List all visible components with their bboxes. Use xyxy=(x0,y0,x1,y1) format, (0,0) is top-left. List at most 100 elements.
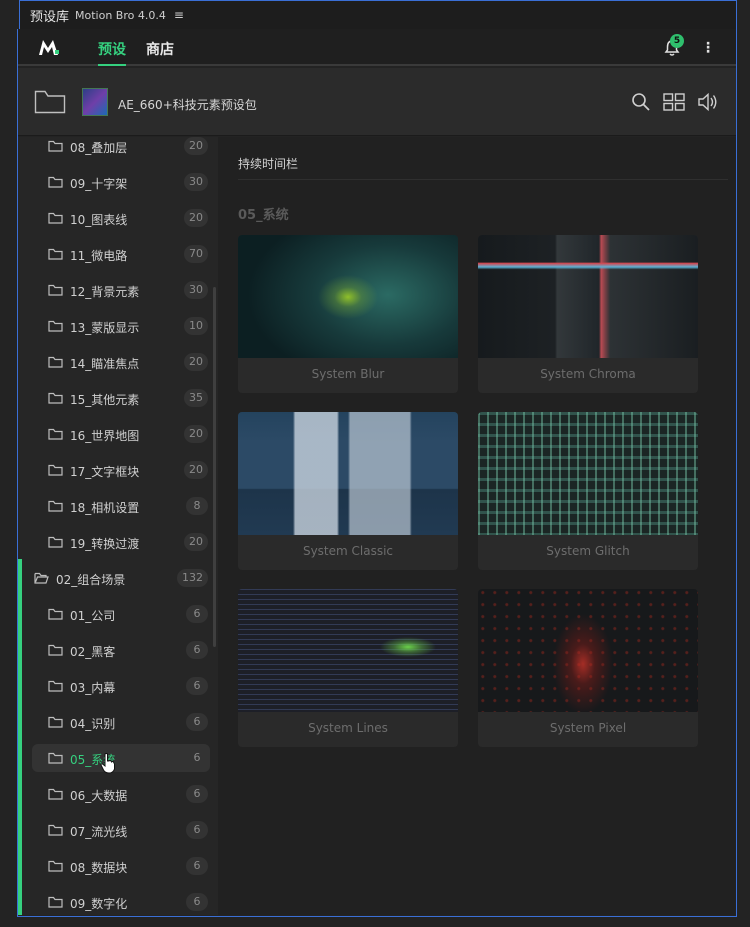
preset-card[interactable]: System Blur xyxy=(238,235,458,393)
count-badge: 20 xyxy=(184,137,208,155)
sidebar-item-label: 08_数据块 xyxy=(70,861,128,875)
count-badge: 20 xyxy=(184,533,208,551)
sidebar-item[interactable]: 02_黑客 6 xyxy=(32,636,210,664)
sidebar-item-label: 01_公司 xyxy=(70,609,116,623)
preset-name: System Glitch xyxy=(546,544,630,558)
folder-icon xyxy=(48,140,63,152)
sidebar-item[interactable]: 18_相机设置 8 xyxy=(32,492,210,520)
sidebar-item-active[interactable]: 05_系统 6 xyxy=(32,744,210,772)
sidebar-item[interactable]: 04_识别 6 xyxy=(32,708,210,736)
preset-thumbnail xyxy=(238,235,458,358)
sidebar-item[interactable]: 06_大数据 6 xyxy=(32,780,210,808)
group-accent-bar xyxy=(18,559,22,915)
sidebar-group-label: 02_组合场景 xyxy=(56,573,126,587)
preset-card[interactable]: System Pixel xyxy=(478,589,698,747)
sidebar-item[interactable]: 12_背景元素 30 xyxy=(32,276,210,304)
category-sidebar[interactable]: 08_叠加层 20 09_十字架 30 10_图表线 20 11_微电路 70 … xyxy=(18,137,218,915)
pack-thumbnail xyxy=(82,88,108,116)
preset-card[interactable]: System Glitch xyxy=(478,412,698,570)
sidebar-item-label: 04_识别 xyxy=(70,717,116,731)
folder-icon xyxy=(48,680,63,692)
sidebar-item[interactable]: 17_文字框块 20 xyxy=(32,456,210,484)
sidebar-item[interactable]: 07_流光线 6 xyxy=(32,816,210,844)
motion-bro-logo-icon xyxy=(39,40,59,55)
folder-open-icon xyxy=(34,572,49,584)
preset-card[interactable]: System Classic xyxy=(238,412,458,570)
sidebar-item[interactable]: 13_蒙版显示 10 xyxy=(32,312,210,340)
count-badge: 30 xyxy=(184,173,208,191)
speaker-icon[interactable] xyxy=(697,92,719,112)
sidebar-item[interactable]: 10_图表线 20 xyxy=(32,204,210,232)
sidebar-item[interactable]: 08_数据块 6 xyxy=(32,852,210,880)
sidebar-item[interactable]: 11_微电路 70 xyxy=(32,240,210,268)
panel-titlebar: 预设库 Motion Bro 4.0.4 ≡ xyxy=(19,0,737,29)
preset-name: System Classic xyxy=(302,544,394,558)
sidebar-item-label: 09_十字架 xyxy=(70,177,128,191)
sidebar-item[interactable]: 14_瞄准焦点 20 xyxy=(32,348,210,376)
sidebar-item[interactable]: 09_数字化 6 xyxy=(32,888,210,915)
sidebar-item[interactable]: 19_转换过渡 20 xyxy=(32,528,210,556)
count-badge: 70 xyxy=(184,245,208,263)
folder-icon xyxy=(48,644,63,656)
folder-icon xyxy=(48,392,63,404)
count-badge: 20 xyxy=(184,425,208,443)
sidebar-item[interactable]: 08_叠加层 20 xyxy=(32,137,210,160)
duration-bar-label: 持续时间栏 xyxy=(238,157,299,171)
sidebar-item[interactable]: 03_内幕 6 xyxy=(32,672,210,700)
folder-icon xyxy=(48,752,63,764)
count-badge: 6 xyxy=(186,821,208,839)
more-options-icon[interactable]: ⋮ xyxy=(701,40,715,56)
folder-icon[interactable] xyxy=(34,90,66,114)
count-badge: 20 xyxy=(184,461,208,479)
sidebar-item[interactable]: 15_其他元素 35 xyxy=(32,384,210,412)
duration-bar[interactable]: 持续时间栏 xyxy=(238,145,728,180)
folder-icon xyxy=(48,608,63,620)
top-nav: 预设 商店 5 ⋮ xyxy=(18,29,736,66)
tab-store[interactable]: 商店 xyxy=(146,39,174,59)
panel-title: 预设库 xyxy=(30,9,70,25)
folder-icon xyxy=(48,212,63,224)
panel-menu-icon[interactable]: ≡ xyxy=(174,8,184,22)
folder-icon xyxy=(48,824,63,836)
grid-view-icon[interactable] xyxy=(663,92,685,112)
preset-thumbnail xyxy=(478,412,698,535)
folder-icon xyxy=(48,464,63,476)
folder-icon xyxy=(48,320,63,332)
folder-icon xyxy=(48,356,63,368)
pack-header: AE_660+科技元素预设包 xyxy=(18,68,736,136)
folder-icon xyxy=(48,788,63,800)
sidebar-item-label: 18_相机设置 xyxy=(70,501,140,515)
preset-card[interactable]: System Lines xyxy=(238,589,458,747)
sidebar-group-header[interactable]: 02_组合场景 132 xyxy=(32,564,210,592)
notification-badge: 5 xyxy=(670,34,684,48)
count-badge: 6 xyxy=(186,785,208,803)
sidebar-item-label: 02_黑客 xyxy=(70,645,116,659)
tab-presets[interactable]: 预设 xyxy=(98,39,126,59)
folder-icon xyxy=(48,428,63,440)
count-badge: 132 xyxy=(177,569,208,587)
app-window: 预设库 Motion Bro 4.0.4 ≡ 预设 商店 5 ⋮ AE_660+… xyxy=(0,0,750,927)
sidebar-scrollbar[interactable] xyxy=(213,287,216,647)
sidebar-item-label: 07_流光线 xyxy=(70,825,128,839)
sidebar-item[interactable]: 01_公司 6 xyxy=(32,600,210,628)
folder-icon xyxy=(48,896,63,908)
folder-icon xyxy=(48,536,63,548)
sidebar-item-label: 14_瞄准焦点 xyxy=(70,357,140,371)
panel-frame: 预设 商店 5 ⋮ AE_660+科技元素预设包 08_叠加层 20 09_十字… xyxy=(17,29,737,917)
pack-name: AE_660+科技元素预设包 xyxy=(118,98,257,112)
count-badge: 6 xyxy=(186,641,208,659)
preset-thumbnail xyxy=(478,589,698,712)
sidebar-item-label: 17_文字框块 xyxy=(70,465,140,479)
sidebar-item[interactable]: 09_十字架 30 xyxy=(32,168,210,196)
count-badge: 20 xyxy=(184,353,208,371)
count-badge: 20 xyxy=(184,209,208,227)
count-badge: 6 xyxy=(186,677,208,695)
active-tab-underline xyxy=(98,64,126,66)
preset-card[interactable]: System Chroma xyxy=(478,235,698,393)
sidebar-item-label: 19_转换过渡 xyxy=(70,537,140,551)
sidebar-item[interactable]: 16_世界地图 20 xyxy=(32,420,210,448)
count-badge: 10 xyxy=(184,317,208,335)
folder-icon xyxy=(48,176,63,188)
search-icon[interactable] xyxy=(631,92,651,112)
app-version: Motion Bro 4.0.4 xyxy=(75,8,166,22)
